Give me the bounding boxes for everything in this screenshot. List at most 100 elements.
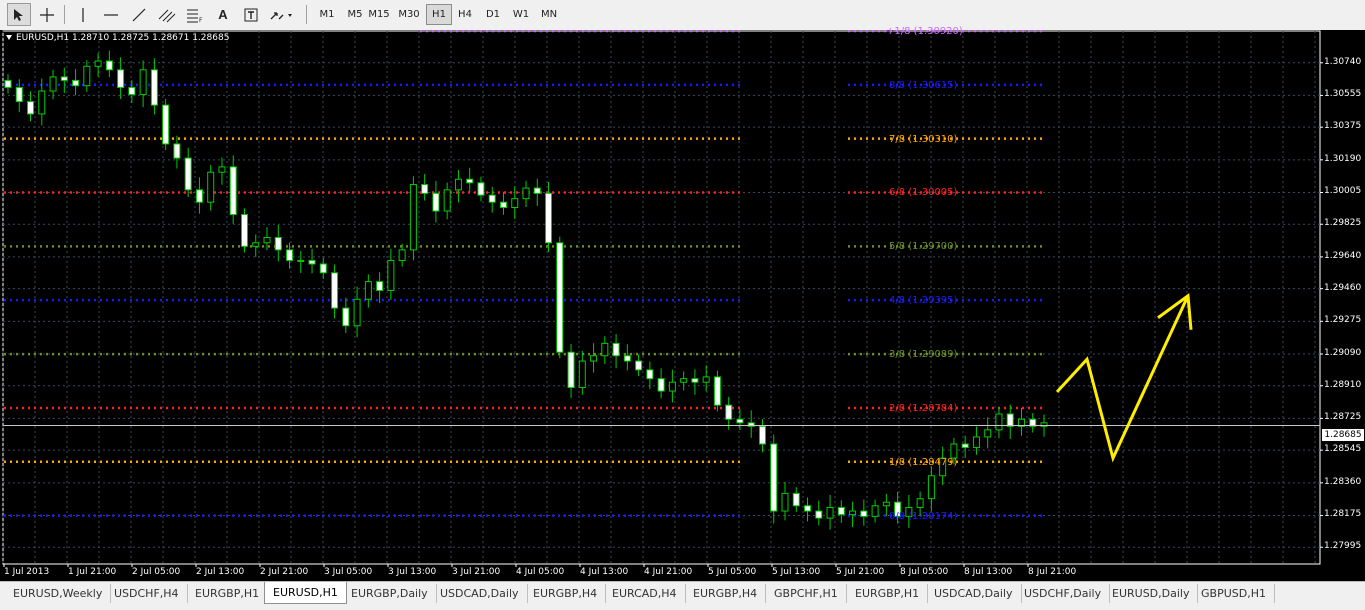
text-label-icon[interactable] <box>239 3 263 26</box>
candle-bullish <box>578 360 586 389</box>
chart-tab[interactable]: EURUSD,Weekly <box>5 584 112 603</box>
candle-bearish <box>713 376 721 406</box>
candle-bullish <box>207 171 215 203</box>
chart-canvas[interactable] <box>0 30 1365 581</box>
chart-window[interactable]: EURUSD,H1 1.28710 1.28725 1.28671 1.2868… <box>0 26 1365 581</box>
text-icon[interactable]: A <box>211 3 235 26</box>
candle-bearish <box>117 69 125 88</box>
timeframe-d1-button[interactable]: D1 <box>480 4 506 25</box>
candle-bearish <box>240 214 248 247</box>
candle-bullish <box>94 60 102 67</box>
candle-bullish <box>263 236 271 244</box>
candle-bearish <box>567 351 575 389</box>
chart-tab[interactable]: GBPCHF,H1 <box>766 584 847 603</box>
timeframe-h1-button[interactable]: H1 <box>426 4 452 25</box>
candle-bearish <box>229 166 237 216</box>
time-tick-label: 2 Jul 13:00 <box>196 567 245 577</box>
plot-border <box>2 30 1321 565</box>
candle-bearish <box>342 307 350 327</box>
candle-bearish <box>499 201 507 208</box>
level-label: 6/8 (1.30005) <box>889 187 958 199</box>
price-tick-label: 1.28360 <box>1324 476 1362 487</box>
candle-bearish <box>545 192 553 244</box>
chart-tab[interactable]: USDCAD,Daily <box>926 584 1022 603</box>
current-price-label: 1.28685 <box>1322 429 1364 441</box>
toolbar-separator <box>306 5 307 24</box>
candle-bullish <box>443 189 451 212</box>
chart-tab[interactable]: EURGBP,H4 <box>685 584 767 603</box>
price-tick-label: 1.29640 <box>1324 250 1362 261</box>
horizontal-line-icon[interactable] <box>99 3 123 26</box>
timeframe-m15-button[interactable]: M15 <box>366 4 392 25</box>
time-tick-label: 1 Jul 2013 <box>4 567 50 577</box>
candle-bullish <box>387 259 395 291</box>
collapse-triangle-icon[interactable] <box>6 35 12 40</box>
candle-bearish <box>792 492 800 507</box>
chart-tab[interactable]: USDCHF,H4 <box>106 584 188 603</box>
candle-bearish <box>691 378 699 383</box>
time-tick-label: 8 Jul 21:00 <box>1028 567 1077 577</box>
chart-tab[interactable]: EURUSD,H1 <box>264 582 347 604</box>
chart-tab[interactable]: EURGBP,H1 <box>187 584 269 603</box>
chart-tab[interactable]: GBPUSD,H1 <box>1193 584 1275 603</box>
chart-tab[interactable]: USDCAD,Daily <box>432 584 528 603</box>
chart-tab[interactable]: EURUSD,Daily <box>1104 584 1199 603</box>
candle-bullish <box>454 178 462 191</box>
chart-tab[interactable]: EURCAD,H4 <box>604 584 686 603</box>
candle-bullish <box>83 65 91 87</box>
timeframe-m1-button[interactable]: M1 <box>314 4 340 25</box>
fibonacci-icon[interactable]: F <box>183 3 207 26</box>
chart-tabs: EURUSD,Weekly USDCHF,H4 EURGBP,H1 EURUSD,H1… <box>0 581 1365 610</box>
vertical-line-icon[interactable] <box>71 3 95 26</box>
level-label: 5/8 (1.29700) <box>889 241 958 253</box>
candle-bearish <box>556 242 564 353</box>
cursor-icon[interactable] <box>7 3 31 26</box>
arrows-icon[interactable] <box>267 3 297 26</box>
chart-tab[interactable]: EURGBP,H1 <box>847 584 929 603</box>
candle-bearish <box>72 79 80 87</box>
candle-bearish <box>804 505 812 512</box>
candle-bearish <box>477 182 485 196</box>
timeframe-w1-button[interactable]: W1 <box>508 4 534 25</box>
candle-bearish <box>1006 413 1014 427</box>
timeframe-mn-button[interactable]: MN <box>536 4 562 25</box>
candle-bullish <box>882 501 890 507</box>
chart-tab[interactable]: USDCHF,Daily <box>1016 584 1111 603</box>
candle-bearish <box>623 355 631 362</box>
price-tick-label: 1.28175 <box>1324 509 1362 520</box>
level-label: +1/8 (1.30920) <box>886 26 963 37</box>
candle-bullish <box>218 166 226 173</box>
candle-bearish <box>815 510 823 519</box>
text-tool-label: A <box>218 7 228 22</box>
time-tick-label: 8 Jul 13:00 <box>964 567 1013 577</box>
timeframe-m5-button[interactable]: M5 <box>342 4 368 25</box>
time-tick-label: 2 Jul 21:00 <box>260 567 309 577</box>
candle-bullish <box>49 76 57 92</box>
candle-bullish <box>252 242 260 247</box>
price-tick-label: 1.28910 <box>1324 379 1362 390</box>
time-tick-label: 5 Jul 13:00 <box>772 567 821 577</box>
equidistant-channel-icon[interactable] <box>155 3 179 26</box>
level-label: 1/8 (1.28479) <box>889 456 958 468</box>
candle-bearish <box>421 184 429 194</box>
chart-tab[interactable]: EURGBP,Daily <box>343 584 437 603</box>
trendline-icon[interactable] <box>127 3 151 26</box>
price-tick-label: 1.29275 <box>1324 315 1362 326</box>
time-tick-label: 4 Jul 05:00 <box>516 567 565 577</box>
timeframe-m30-button[interactable]: M30 <box>396 4 422 25</box>
level-label: 8/8 (1.30615) <box>889 79 958 91</box>
price-tick-label: 1.30375 <box>1324 121 1362 132</box>
candle-bearish <box>128 86 136 96</box>
candle-bullish <box>38 90 46 115</box>
candle-bearish <box>195 189 203 203</box>
level-label: 7/8 (1.30310) <box>889 133 958 145</box>
timeframe-h4-button[interactable]: H4 <box>452 4 478 25</box>
candle-bearish <box>657 378 665 392</box>
candle-bearish <box>533 187 541 194</box>
price-tick-label: 1.30555 <box>1324 89 1362 100</box>
crosshair-icon[interactable] <box>35 3 59 26</box>
chart-tab[interactable]: EURGBP,H4 <box>525 584 607 603</box>
candle-bullish <box>871 505 879 517</box>
svg-text:F: F <box>199 17 203 23</box>
candle-bearish <box>758 425 766 445</box>
